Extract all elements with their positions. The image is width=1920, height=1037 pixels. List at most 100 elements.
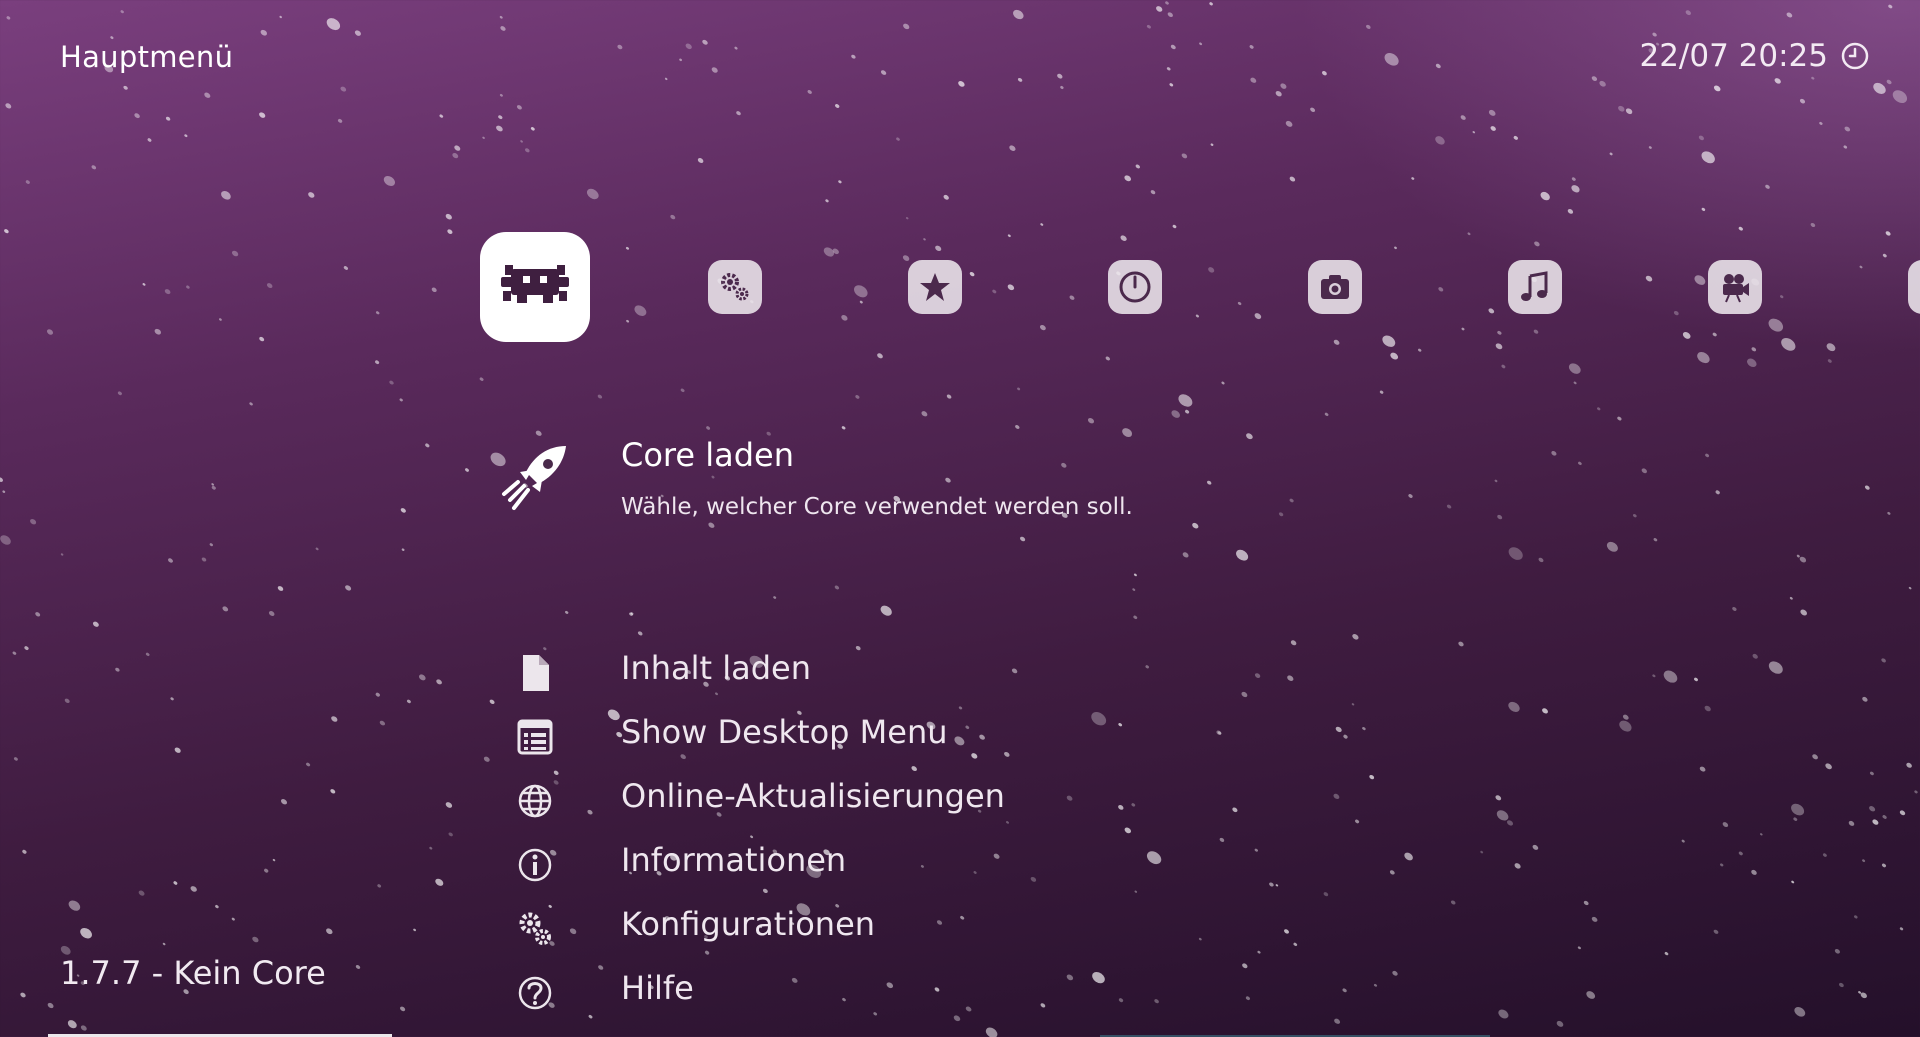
menu-item-online-updater[interactable]: Online-Aktualisierungen [0,771,1400,827]
snow-particle [343,266,348,270]
snow-particle [1862,696,1868,702]
snow-particle [1844,126,1851,132]
snow-particle [1705,453,1710,458]
info-icon [518,848,552,882]
snow-particle [1800,609,1808,616]
snow-particle [1882,815,1887,819]
snow-particle [1275,90,1282,97]
tab-music[interactable] [1480,232,1590,342]
snow-particle [1435,136,1445,145]
snow-particle [499,16,503,19]
snow-particle [1490,126,1496,131]
menu-item-label: Hilfe [621,969,694,1007]
snow-particle [1793,817,1798,821]
snow-particle [1285,120,1293,127]
snow-particle [268,611,275,616]
snow-particle [1906,762,1912,768]
snow-particle [1760,833,1763,836]
snow-particle [337,118,343,123]
snow-particle [204,92,211,98]
snow-particle [825,199,829,203]
snow-particle [0,535,11,545]
menu-item-load-content[interactable]: Inhalt laden [0,643,1400,699]
tab-favorites[interactable] [880,232,990,342]
snow-particle [1664,951,1669,956]
snow-particle [1379,390,1384,394]
snow-particle [520,140,523,143]
snow-particle [1752,653,1758,659]
snow-particle [406,699,411,704]
snow-particle [431,287,437,293]
snow-particle [711,67,718,73]
menu-item-desktop-menu[interactable]: Show Desktop Menu [0,707,1400,763]
snow-particle [1167,12,1173,18]
snow-particle [1591,916,1598,922]
snow-particle [1811,76,1815,80]
snow-particle [1501,364,1506,369]
snow-particle [1087,417,1095,424]
menu-item-information[interactable]: Informationen [0,835,1400,891]
snow-particle [1061,462,1067,468]
snow-particle [1699,766,1706,772]
snow-particle [110,36,114,39]
snow-particle [1221,381,1225,385]
snow-particle [1192,522,1199,529]
snow-particle [706,426,711,430]
snow-particle [1888,4,1893,9]
snow-particle [1663,670,1678,683]
snow-particle [211,485,216,490]
tab-main-menu[interactable] [480,232,590,342]
snow-particle [1015,425,1020,429]
snow-particle [259,336,265,342]
tab-images[interactable] [1280,232,1390,342]
snow-particle [1133,573,1137,577]
snow-particle [1542,708,1548,714]
retroarch-invader-icon [501,265,569,303]
snow-particle [625,246,630,250]
menu-item-label: Konfigurationen [621,905,876,943]
snow-particle [1324,412,1329,417]
snow-particle [1461,327,1465,331]
snow-particle [1450,900,1456,905]
snow-particle [1254,313,1262,320]
snow-particle [1873,82,1886,94]
snow-particle [1641,468,1647,474]
snow-particle [1825,763,1832,770]
snow-particle [249,402,253,406]
snow-particle [315,547,319,551]
snow-particle [1181,153,1188,159]
snow-particle [6,16,11,20]
snow-particle [479,377,484,381]
snow-particle [1508,547,1523,560]
snow-particle [1799,98,1806,104]
snow-particle [896,137,900,141]
snow-particle [1606,541,1618,552]
menu-item-label: Informationen [621,841,847,879]
snow-particle [1573,381,1577,385]
snow-particle [209,543,213,547]
snow-particle [1060,86,1064,89]
tab-partial[interactable] [1880,232,1920,342]
music-note-icon [1521,271,1548,301]
snow-particle [1571,185,1580,193]
snow-particle [702,39,708,45]
snow-particle [880,70,887,75]
menu-item-configurations[interactable]: Konfigurationen [0,899,1400,955]
menu-item-label: Online-Aktualisierungen [621,777,1005,815]
snow-particle [279,15,282,19]
snow-particle [1653,538,1658,542]
snow-particle [46,329,54,335]
snow-particle [1249,45,1254,49]
snow-particle [1246,433,1253,440]
tab-videos[interactable] [1680,232,1790,342]
selected-item-label[interactable]: Core laden [621,436,794,474]
tab-settings[interactable] [680,232,790,342]
snow-particle [1458,641,1464,647]
snow-particle [1859,265,1863,269]
snow-particle [1698,135,1704,141]
snow-particle [880,605,892,616]
tab-history[interactable] [1080,232,1190,342]
menu-item-label: Show Desktop Menu [621,713,948,751]
snow-particle [1886,79,1892,85]
snow-particle [1039,324,1046,331]
